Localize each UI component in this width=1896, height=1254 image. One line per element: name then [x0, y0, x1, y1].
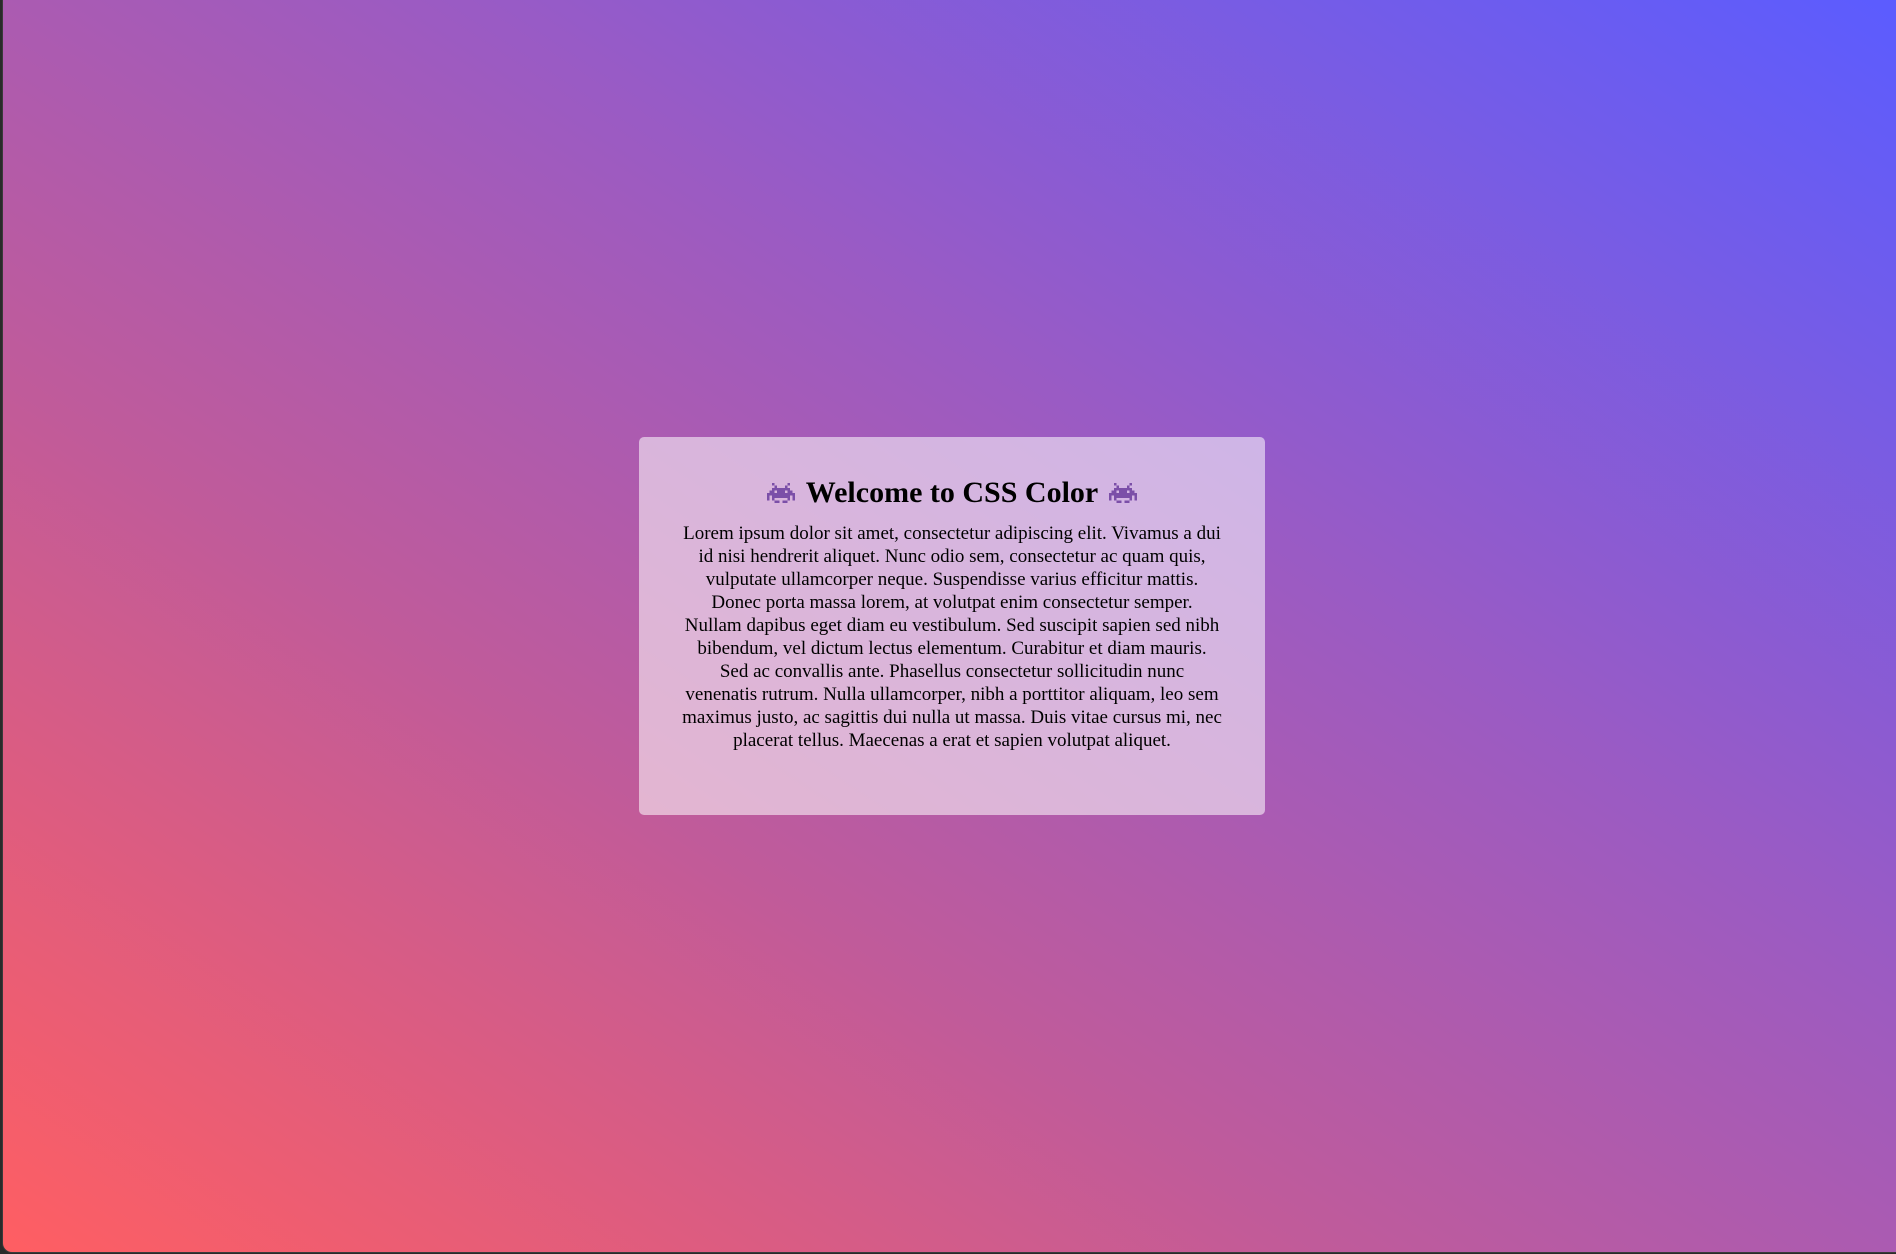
alien-monster-icon [1109, 481, 1138, 505]
card-body-text: Lorem ipsum dolor sit amet, consectetur … [682, 523, 1222, 751]
card-title-row: Welcome to CSS Color [682, 474, 1222, 512]
alien-monster-icon [766, 481, 795, 505]
page-background: Welcome to CSS Color Lorem ipsum dolor s… [2, 0, 1896, 1253]
welcome-card: Welcome to CSS Color Lorem ipsum dolor s… [639, 437, 1265, 815]
card-title: Welcome to CSS Color [805, 476, 1098, 509]
